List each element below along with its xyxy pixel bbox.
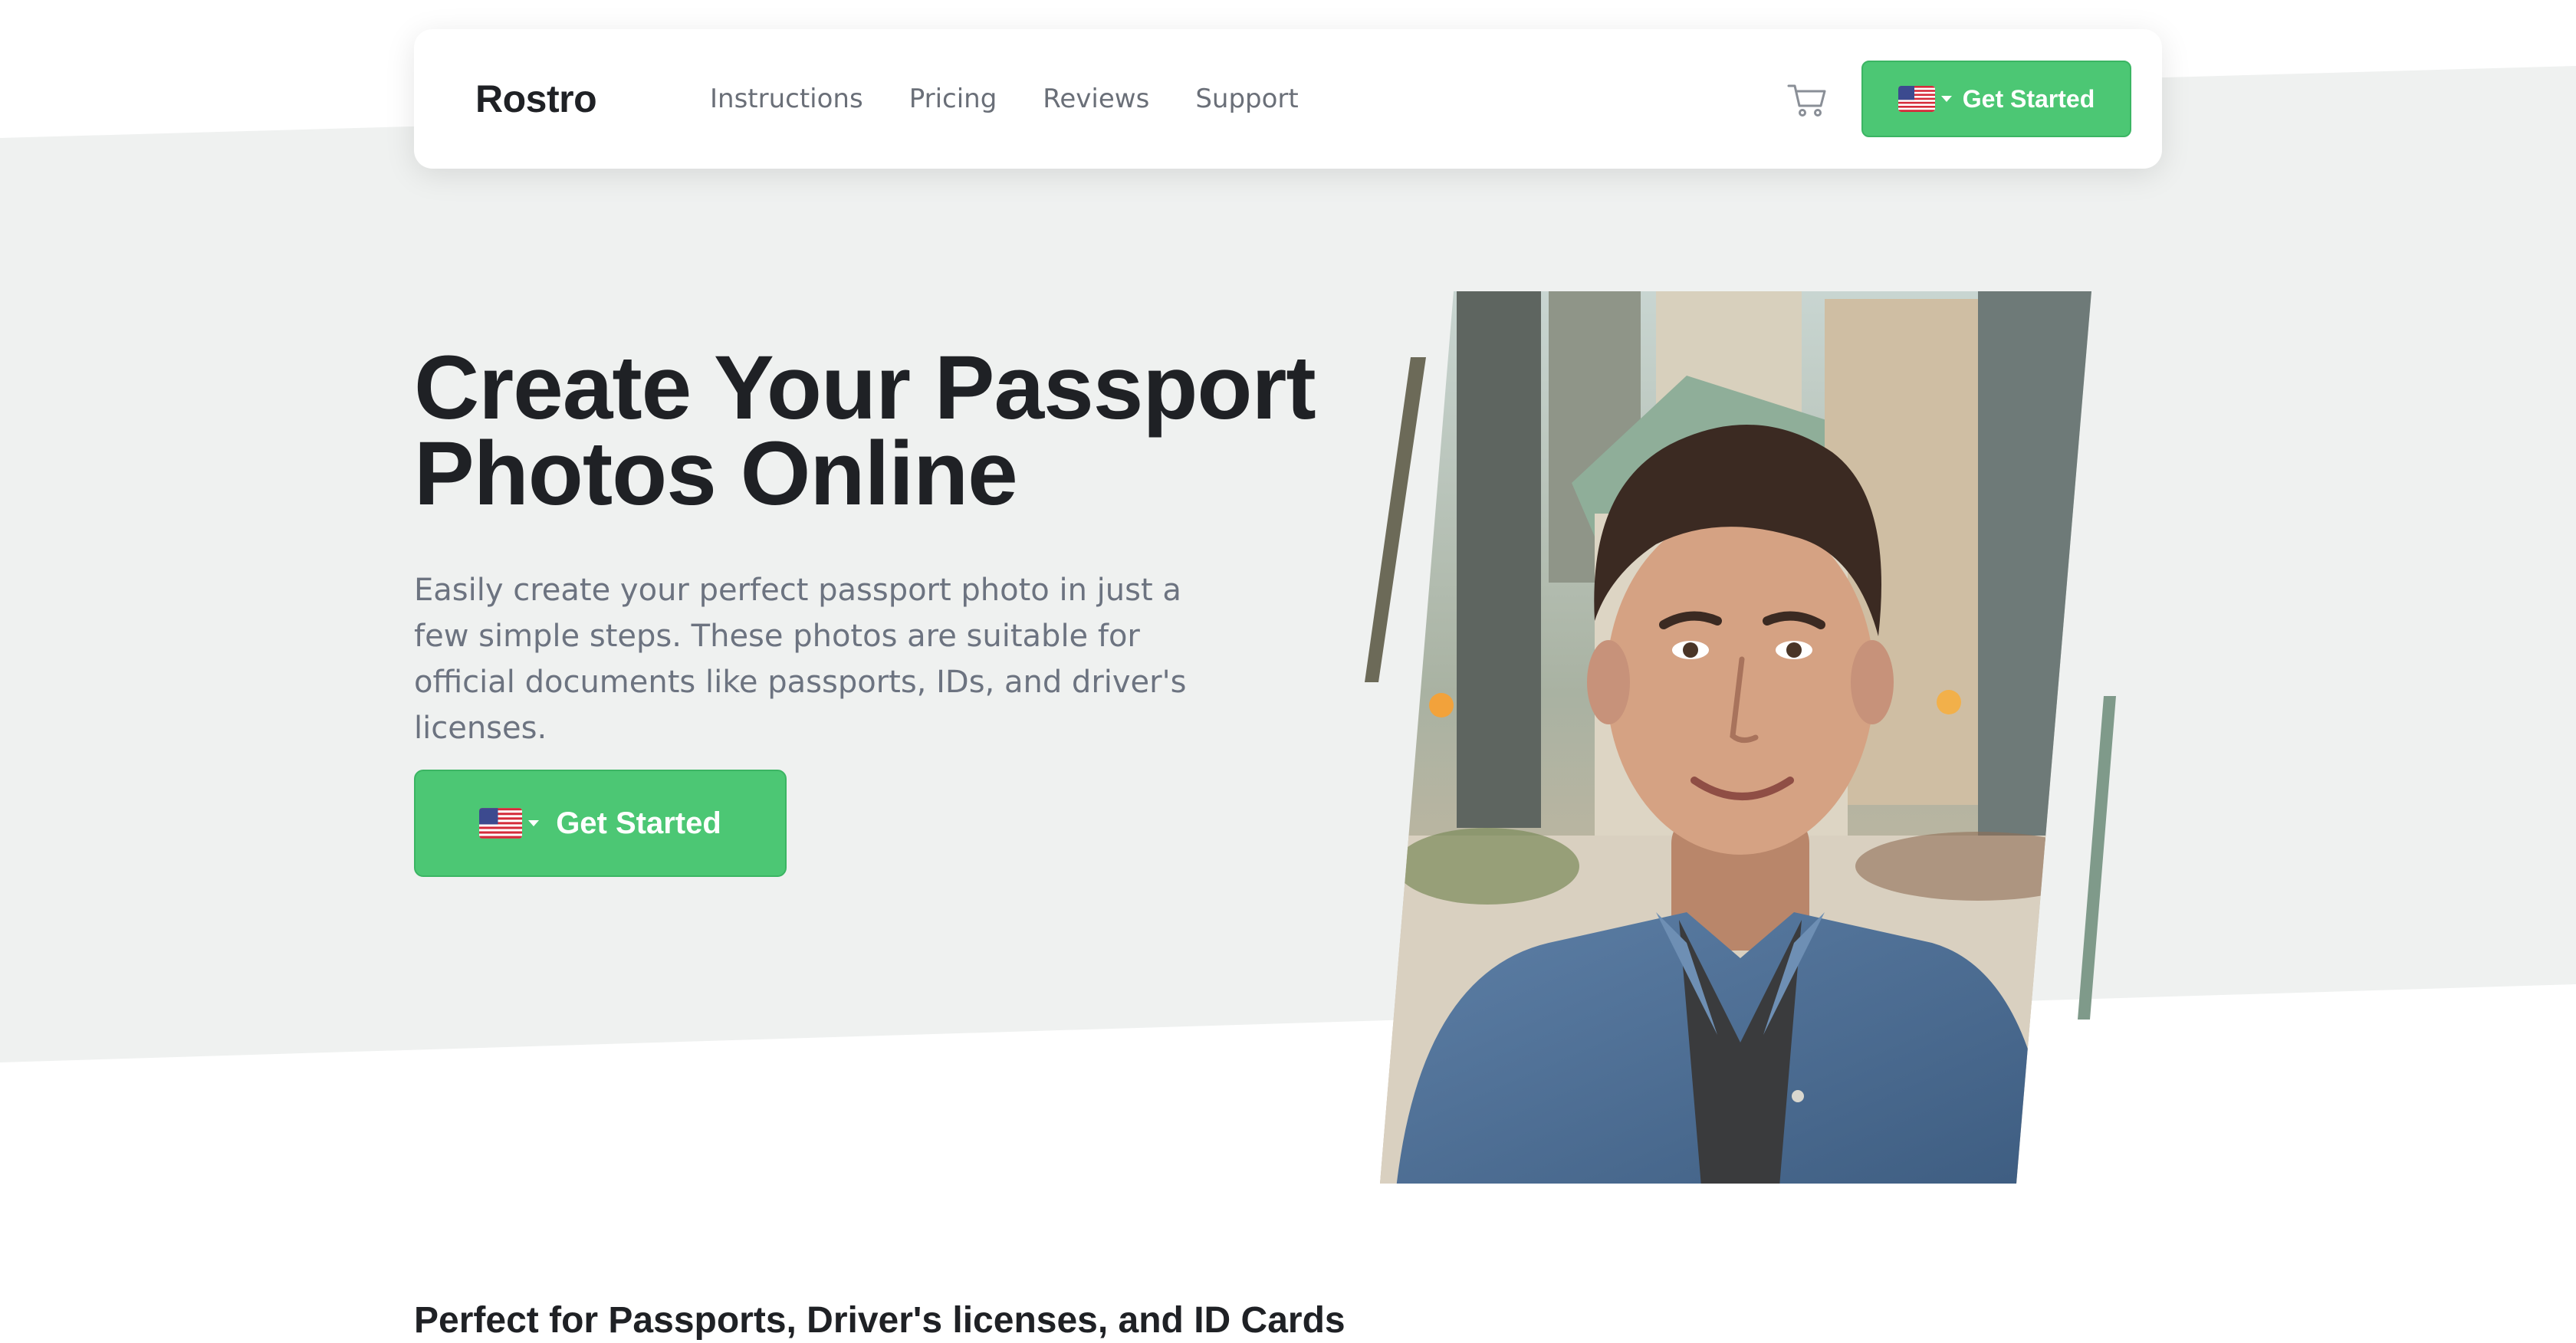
nav-link-support[interactable]: Support: [1195, 84, 1298, 114]
hero-subtitle: Easily create your perfect passport phot…: [414, 573, 1187, 746]
language-selector[interactable]: [1898, 86, 1952, 112]
hero-background: [0, 66, 2576, 1062]
nav-get-started-label: Get Started: [1962, 84, 2095, 113]
photo-strip-right: [2078, 696, 2116, 1020]
nav-link-instructions[interactable]: Instructions: [710, 84, 863, 114]
language-selector[interactable]: [479, 808, 540, 839]
us-flag-icon: [1898, 86, 1935, 112]
nav-links: Instructions Pricing Reviews Support: [710, 29, 1345, 169]
photo-strip-left: [1365, 357, 1426, 682]
features-heading: Perfect for Passports, Driver's licenses…: [414, 1300, 1346, 1341]
chevron-down-icon: [528, 820, 540, 826]
us-flag-icon: [479, 808, 523, 839]
chevron-down-icon: [1940, 96, 1952, 102]
top-navbar: Rostro Instructions Pricing Reviews Supp…: [414, 29, 2162, 169]
hero-portrait-photo: [1365, 291, 2116, 1184]
nav-link-pricing[interactable]: Pricing: [909, 84, 997, 114]
hero-title-line-2: Photos Online: [414, 423, 1018, 524]
nav-get-started-button[interactable]: Get Started: [1861, 61, 2131, 137]
cart-icon[interactable]: [1786, 81, 1828, 118]
hero-get-started-label: Get Started: [556, 806, 721, 840]
brand-logo[interactable]: Rostro: [475, 29, 597, 169]
nav-link-reviews[interactable]: Reviews: [1043, 84, 1149, 114]
hero-title: Create Your Passport Photos Online: [414, 343, 1334, 519]
hero-get-started-button[interactable]: Get Started: [414, 770, 787, 877]
